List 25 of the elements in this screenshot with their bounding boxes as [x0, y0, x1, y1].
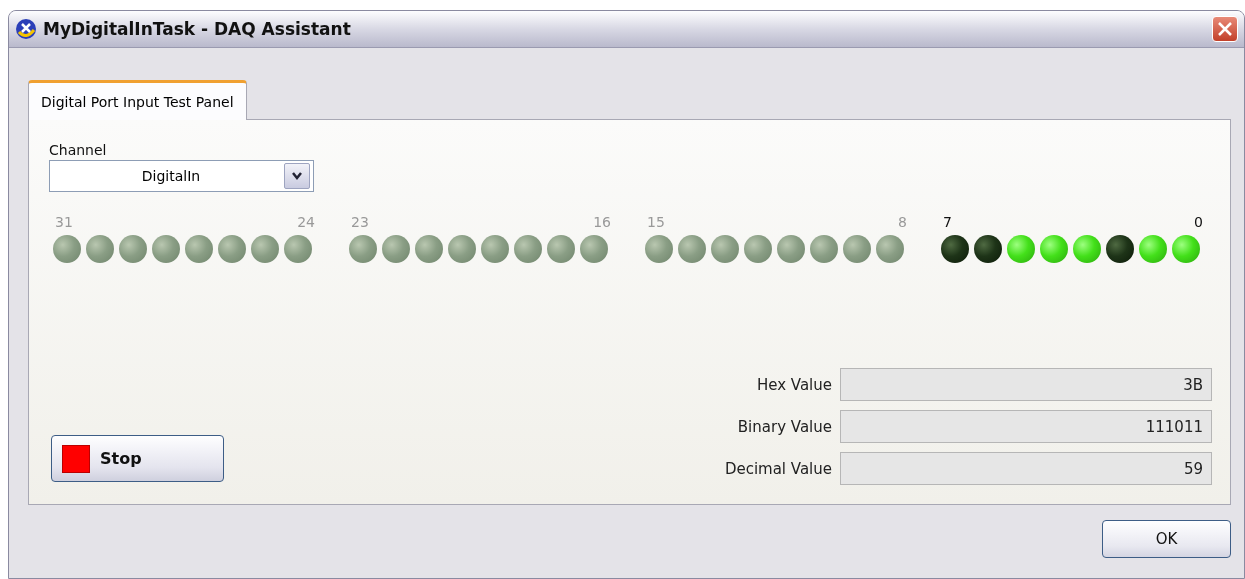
window-title: MyDigitalInTask - DAQ Assistant	[43, 19, 352, 39]
bit-label: 7	[943, 214, 952, 230]
value-label: Binary Value	[736, 417, 832, 436]
value-label: Decimal Value	[724, 459, 832, 478]
bit-label: 0	[1194, 214, 1203, 230]
value-field: 3B	[840, 368, 1212, 401]
caret-icon	[291, 171, 303, 181]
bit-label: 23	[351, 214, 369, 230]
stop-icon	[62, 444, 90, 473]
value-field: 111011	[840, 410, 1212, 443]
channel-dropdown[interactable]: DigitalIn	[49, 160, 314, 192]
bit-label: 16	[593, 214, 611, 230]
app-icon	[15, 18, 37, 40]
ok-button[interactable]: OK	[1102, 519, 1231, 558]
value-field: 59	[840, 452, 1212, 485]
bit-label: 15	[647, 214, 665, 230]
bit-label: 31	[55, 214, 73, 230]
bit-label: 24	[297, 214, 315, 230]
value-label: Hex Value	[755, 375, 832, 394]
close-icon	[1217, 21, 1233, 37]
bit-label: 8	[898, 214, 907, 230]
channel-label: Channel	[49, 142, 108, 158]
stop-button[interactable]: Stop	[51, 435, 224, 482]
tab[interactable]: Digital Port Input Test Panel	[28, 80, 247, 120]
close-button[interactable]	[1212, 16, 1238, 42]
